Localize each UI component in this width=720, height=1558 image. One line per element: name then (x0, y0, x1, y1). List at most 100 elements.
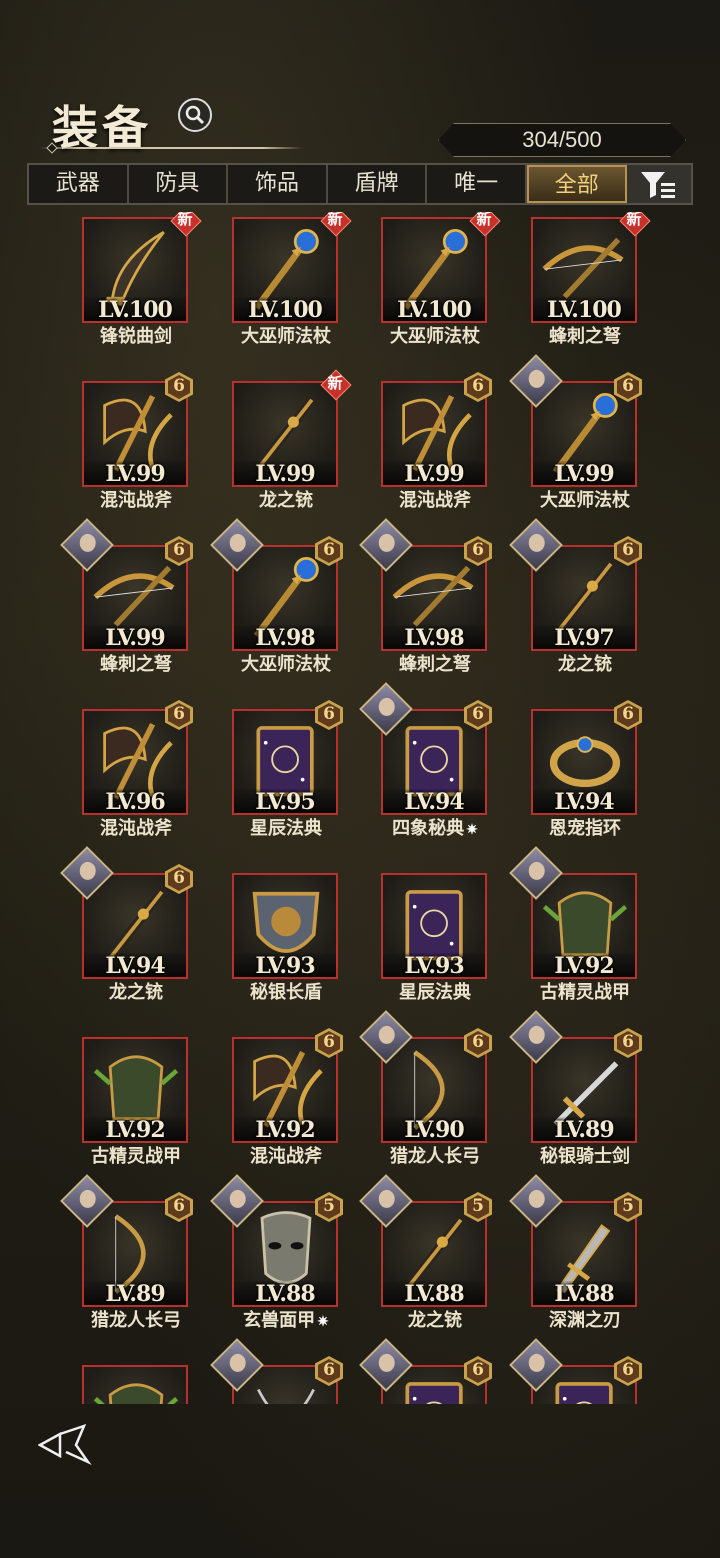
equipment-item[interactable]: LV.100 新大巫师法杖 (381, 212, 501, 347)
grade-number: 6 (472, 540, 484, 560)
item-name: 蜂刺之弩 (366, 650, 504, 676)
grade-number: 6 (173, 540, 185, 560)
equipment-item[interactable]: LV.88 5 龙之铳 (359, 1174, 492, 1331)
item-card (82, 1365, 188, 1404)
tab-unique[interactable]: 唯一 (427, 165, 527, 203)
grade-number: 5 (622, 1196, 634, 1216)
grade-number: 5 (323, 1196, 335, 1216)
item-level: LV.100 (98, 297, 173, 323)
new-badge: 新 (469, 212, 501, 237)
equipment-item[interactable]: LV.94 6 龙之铳 (60, 846, 193, 1003)
category-tabs: 武器 防具 饰品 盾牌 唯一 全部 (27, 163, 693, 205)
equipment-item[interactable]: LV.93 秘银长盾 (232, 868, 340, 1003)
grade-number: 6 (472, 1032, 484, 1052)
item-name: 蜂刺之弩 (516, 322, 654, 348)
item-name: 大巫师法杖 (217, 322, 355, 348)
item-level: LV.92 (255, 1117, 315, 1143)
grade-number: 6 (472, 376, 484, 396)
equipment-item[interactable]: LV.100 新大巫师法杖 (232, 212, 352, 347)
grade-number: 6 (472, 1360, 484, 1380)
item-level: LV.88 (404, 1281, 464, 1307)
equipment-item[interactable]: 6 (509, 1338, 642, 1404)
item-name: 大巫师法杖 (217, 650, 355, 676)
equipment-item[interactable]: LV.98 6 蜂刺之弩 (359, 518, 492, 675)
equipment-item[interactable]: LV.92 6 混沌战斧 (232, 1028, 343, 1167)
equipment-item[interactable]: LV.92 古精灵战甲 (82, 1032, 190, 1167)
back-arrow-icon (37, 1423, 92, 1466)
equipment-item[interactable]: LV.88 5 深渊之刃 (509, 1174, 642, 1331)
tab-shields[interactable]: 盾牌 (328, 165, 428, 203)
item-name-text: 混沌战斧 (250, 1146, 322, 1167)
back-button[interactable] (37, 1423, 92, 1466)
item-name-text: 蜂刺之弩 (549, 326, 621, 347)
item-level: LV.93 (404, 953, 464, 979)
item-name-text: 星辰法典 (399, 982, 471, 1003)
equipment-item[interactable]: LV.94 6 恩宠指环 (531, 700, 642, 839)
item-name: 锋锐曲剑 (67, 322, 205, 348)
new-badge: 新 (320, 212, 352, 237)
item-name-text: 混沌战斧 (100, 818, 172, 839)
item-name-text: 星辰法典 (250, 818, 322, 839)
item-level: LV.88 (554, 1281, 614, 1307)
item-name-text: 大巫师法杖 (540, 490, 630, 511)
item-level: LV.99 (554, 461, 614, 487)
grade-number: 6 (323, 1032, 335, 1052)
tab-weapons[interactable]: 武器 (29, 165, 129, 203)
item-name-text: 龙之铳 (259, 490, 313, 511)
equipment-item[interactable]: LV.93 星辰法典 (381, 868, 489, 1003)
equipment-item[interactable]: LV.98 6 大巫师法杖 (210, 518, 343, 675)
item-name: 古精灵战甲 (516, 978, 654, 1004)
inventory-capacity: 304/500 (438, 123, 686, 157)
item-level: LV.92 (554, 953, 614, 979)
equipment-item[interactable]: LV.94 6 四象秘典 ✷ (359, 682, 492, 839)
equipment-item[interactable]: LV.88 5 玄兽面甲 ✷ (210, 1174, 343, 1331)
armor-icon (93, 1383, 179, 1404)
item-name-text: 猎龙人长弓 (390, 1146, 480, 1167)
equipment-item[interactable]: LV.89 6 秘银骑士剑 (509, 1010, 642, 1167)
item-name-text: 混沌战斧 (399, 490, 471, 511)
equipment-item[interactable]: LV.99 6 混沌战斧 (82, 372, 193, 511)
item-level: LV.100 (397, 297, 472, 323)
item-level: LV.89 (105, 1281, 165, 1307)
item-name: 混沌战斧 (366, 486, 504, 512)
item-level: LV.95 (255, 789, 315, 815)
equipment-item[interactable]: LV.92 古精灵战甲 (509, 846, 639, 1003)
item-name-text: 蜂刺之弩 (100, 654, 172, 675)
item-level: LV.100 (547, 297, 622, 323)
search-button[interactable] (178, 98, 212, 132)
item-name: 蜂刺之弩 (67, 650, 205, 676)
item-name: 大巫师法杖 (366, 322, 504, 348)
tab-all[interactable]: 全部 (526, 165, 627, 203)
item-name: 猎龙人长弓 (366, 1142, 504, 1168)
equipment-item[interactable]: LV.100 新锋锐曲剑 (82, 212, 202, 347)
tab-accessories[interactable]: 饰品 (228, 165, 328, 203)
item-name-text: 大巫师法杖 (390, 326, 480, 347)
item-name: 秘银骑士剑 (516, 1142, 654, 1168)
grade-number: 6 (622, 1032, 634, 1052)
equipment-item[interactable]: 6 (210, 1338, 343, 1404)
equipment-item[interactable]: 6 (359, 1338, 492, 1404)
item-name: 四象秘典 ✷ (366, 814, 504, 840)
filter-sort-button[interactable] (626, 165, 691, 203)
equipment-item[interactable]: LV.89 6 猎龙人长弓 (60, 1174, 193, 1331)
item-name: 恩宠指环 (516, 814, 654, 840)
grade-number: 6 (323, 540, 335, 560)
equipment-item[interactable]: LV.100 新蜂刺之弩 (531, 212, 651, 347)
equipment-item[interactable]: LV.97 6 龙之铳 (509, 518, 642, 675)
item-name: 混沌战斧 (67, 486, 205, 512)
item-level: LV.93 (255, 953, 315, 979)
equipment-item[interactable]: LV.90 6 猎龙人长弓 (359, 1010, 492, 1167)
tab-armor[interactable]: 防具 (129, 165, 229, 203)
equipment-item[interactable]: LV.99 6 大巫师法杖 (509, 354, 642, 511)
item-name: 秘银长盾 (217, 978, 355, 1004)
item-level: LV.88 (255, 1281, 315, 1307)
item-name-text: 大巫师法杖 (241, 326, 331, 347)
equipment-item[interactable] (82, 1360, 190, 1404)
item-name: 深渊之刃 (516, 1306, 654, 1332)
item-name-text: 秘银长盾 (250, 982, 322, 1003)
equipment-item[interactable]: LV.99 新龙之铳 (232, 369, 352, 511)
equipment-item[interactable]: LV.99 6 蜂刺之弩 (60, 518, 193, 675)
equipment-item[interactable]: LV.96 6 混沌战斧 (82, 700, 193, 839)
equipment-item[interactable]: LV.99 6 混沌战斧 (381, 372, 492, 511)
equipment-item[interactable]: LV.95 6 星辰法典 (232, 700, 343, 839)
